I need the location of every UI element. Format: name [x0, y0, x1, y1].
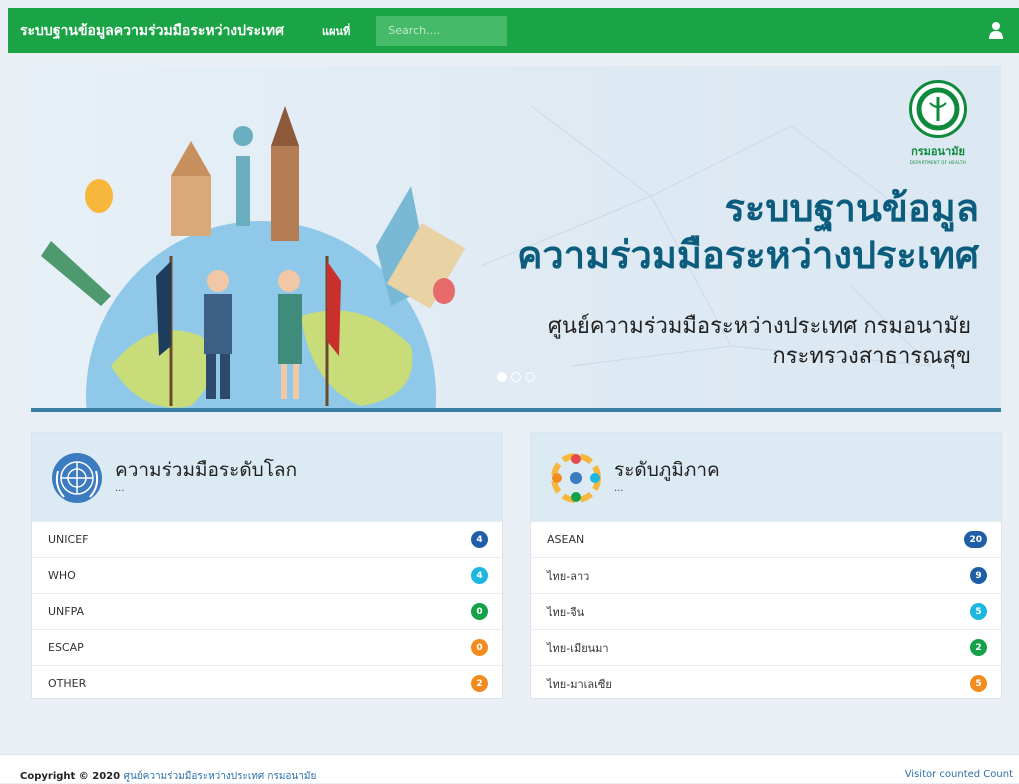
logo-subtitle: DEPARTMENT OF HEALTH: [909, 160, 967, 165]
regional-org-count-badge: 2: [970, 639, 987, 656]
global-org-count-badge: 0: [471, 603, 488, 620]
regional-org-row[interactable]: ASEAN 20: [531, 521, 1001, 557]
global-org-row-label: UNICEF: [48, 533, 89, 546]
regional-org-row[interactable]: ไทย-จีน 5: [531, 593, 1001, 629]
regional-org-row-label: ASEAN: [547, 533, 585, 546]
regional-cooperation-panel: ระดับภูมิภาค ... ASEAN 20 ไทย-ลาว 9 ไทย-จีน 5…: [530, 432, 1002, 699]
site-brand[interactable]: ระบบฐานข้อมูลความร่วมมือระหว่างประเทศ: [20, 20, 284, 42]
regional-network-icon: [551, 453, 601, 503]
global-org-list: UNICEF 4 WHO 4 UNFPA 0 ESCAP 0 OTHER 2: [32, 521, 502, 701]
global-cooperation-panel: ความร่วมมือระดับโลก ... UNICEF 4 WHO 4 UNFPA…: [31, 432, 503, 699]
banner-title-line2: ความร่วมมือระหว่างประเทศ: [516, 235, 979, 277]
top-navbar: ระบบฐานข้อมูลความร่วมมือระหว่างประเทศ แผ…: [8, 8, 1019, 53]
global-org-row[interactable]: ESCAP 0: [32, 629, 502, 665]
regional-org-row[interactable]: ไทย-ลาว 9: [531, 557, 1001, 593]
regional-org-row[interactable]: ไทย-เมียนมา 2: [531, 629, 1001, 665]
regional-org-count-badge: 5: [970, 603, 987, 620]
nav-map-link[interactable]: แผนที่: [322, 22, 350, 40]
regional-panel-more: ...: [614, 483, 624, 494]
regional-panel-header: ระดับภูมิภาค ...: [531, 433, 1001, 521]
global-org-row[interactable]: UNICEF 4: [32, 521, 502, 557]
moph-seal-icon: [909, 80, 967, 138]
regional-org-count-badge: 20: [964, 531, 987, 548]
carousel-indicators: [497, 372, 535, 382]
global-org-row-label: UNFPA: [48, 605, 85, 618]
global-panel-title: ความร่วมมือระดับโลก: [115, 460, 298, 481]
copyright-text: Copyright © 2020: [20, 771, 121, 782]
global-org-row[interactable]: WHO 4: [32, 557, 502, 593]
carousel-dot-1[interactable]: [497, 372, 507, 382]
footer: Copyright © 2020 ศูนย์ความร่วมมือระหว่าง…: [0, 754, 1019, 783]
regional-org-list: ASEAN 20 ไทย-ลาว 9 ไทย-จีน 5 ไทย-เมียนมา 2 ไทย-ม…: [531, 521, 1001, 701]
regional-org-row-label: ไทย-เมียนมา: [547, 641, 609, 655]
banner-subtitle-line1: ศูนย์ความร่วมมือระหว่างประเทศ กรมอนามัย: [547, 313, 971, 338]
global-org-count-badge: 4: [471, 567, 488, 584]
logo-name: กรมอนามัย: [911, 145, 965, 158]
search-input[interactable]: [376, 15, 508, 46]
regional-org-row[interactable]: ไทย-มาเลเซีย 5: [531, 665, 1001, 701]
global-panel-header: ความร่วมมือระดับโลก ...: [32, 433, 502, 521]
global-org-row[interactable]: UNFPA 0: [32, 593, 502, 629]
visitor-counter[interactable]: Visitor counted Count: [905, 769, 1013, 780]
regional-org-row-label: ไทย-ลาว: [547, 569, 590, 583]
global-org-count-badge: 4: [471, 531, 488, 548]
regional-org-row-label: ไทย-มาเลเซีย: [547, 677, 612, 691]
global-panel-more: ...: [115, 483, 125, 494]
global-org-row-label: WHO: [48, 569, 76, 582]
footer-org-link[interactable]: ศูนย์ความร่วมมือระหว่างประเทศ กรมอนามัย: [124, 771, 317, 782]
user-icon[interactable]: [989, 21, 1003, 39]
regional-org-count-badge: 9: [970, 567, 987, 584]
carousel-dot-2[interactable]: [511, 372, 521, 382]
regional-panel-title: ระดับภูมิภาค: [614, 460, 720, 481]
global-org-count-badge: 0: [471, 639, 488, 656]
copyright: Copyright © 2020 ศูนย์ความร่วมมือระหว่าง…: [20, 769, 316, 784]
department-logo: กรมอนามัย DEPARTMENT OF HEALTH: [900, 80, 976, 165]
global-org-count-badge: 2: [471, 675, 488, 692]
banner-title: ระบบฐานข้อมูล ความร่วมมือระหว่างประเทศ: [517, 186, 979, 280]
carousel-dot-3[interactable]: [525, 372, 535, 382]
regional-org-row-label: ไทย-จีน: [547, 605, 585, 619]
hero-banner: กรมอนามัย DEPARTMENT OF HEALTH ระบบฐานข้…: [31, 66, 1001, 412]
banner-title-line1: ระบบฐานข้อมูล: [724, 188, 979, 230]
global-org-row-label: OTHER: [48, 677, 87, 690]
banner-subtitle-line2: กระทรวงสาธารณสุข: [772, 343, 971, 368]
regional-org-count-badge: 5: [970, 675, 987, 692]
global-org-row[interactable]: OTHER 2: [32, 665, 502, 701]
global-org-row-label: ESCAP: [48, 641, 84, 654]
banner-subtitle: ศูนย์ความร่วมมือระหว่างประเทศ กรมอนามัย …: [548, 311, 971, 371]
un-globe-icon: [52, 453, 102, 503]
